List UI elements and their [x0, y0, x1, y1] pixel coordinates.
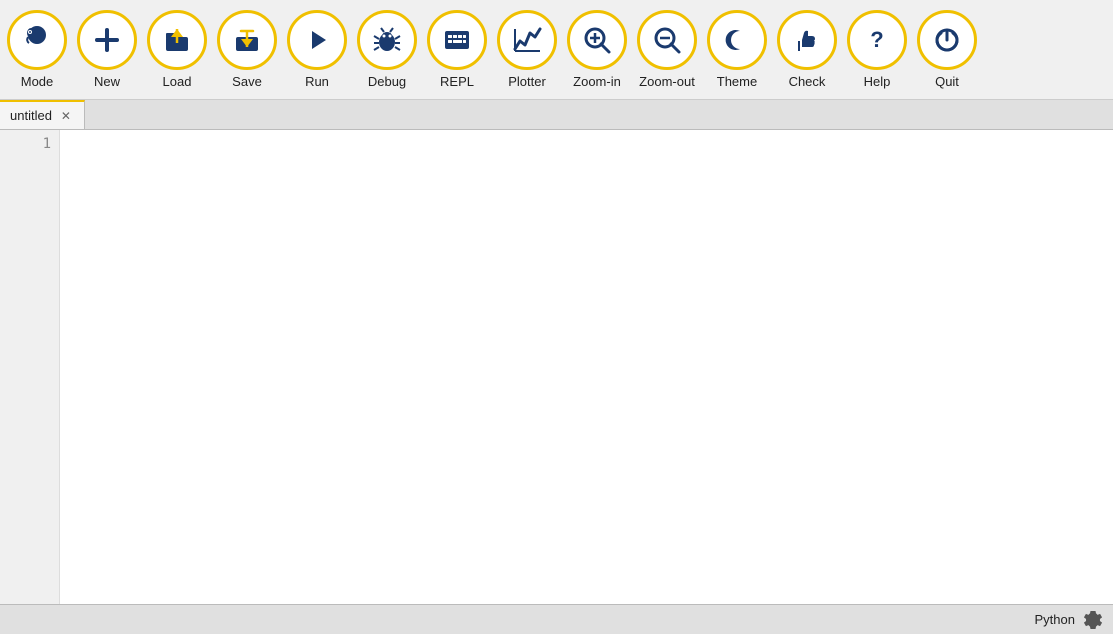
debug-button[interactable]: Debug: [352, 8, 422, 91]
tab-name: untitled: [10, 108, 52, 123]
theme-button[interactable]: Theme: [702, 8, 772, 91]
untitled-tab[interactable]: untitled ✕: [0, 100, 85, 129]
zoom-in-button[interactable]: Zoom-in: [562, 8, 632, 91]
repl-button[interactable]: REPL: [422, 8, 492, 91]
plotter-button[interactable]: Plotter: [492, 8, 562, 91]
run-button[interactable]: Run: [282, 8, 352, 91]
new-button[interactable]: New: [72, 8, 142, 91]
language-label: Python: [1035, 612, 1075, 627]
tabbar: untitled ✕: [0, 100, 1113, 130]
zoom-out-button[interactable]: Zoom-out: [632, 8, 702, 91]
settings-gear-button[interactable]: [1083, 610, 1103, 630]
toolbar: Mode New Load: [0, 0, 1113, 100]
mode-button[interactable]: Mode: [2, 8, 72, 91]
quit-button[interactable]: Quit: [912, 8, 982, 91]
load-button[interactable]: Load: [142, 8, 212, 91]
tab-close-button[interactable]: ✕: [58, 108, 74, 124]
gear-icon: [1083, 610, 1103, 630]
check-button[interactable]: Check: [772, 8, 842, 91]
statusbar: Python: [0, 604, 1113, 634]
help-button[interactable]: ? Help: [842, 8, 912, 91]
svg-text:?: ?: [870, 27, 883, 52]
save-button[interactable]: Save: [212, 8, 282, 91]
line-numbers: 1: [0, 130, 60, 604]
code-editor[interactable]: [60, 130, 1113, 604]
editor-area: 1: [0, 130, 1113, 604]
line-number-1: 1: [0, 136, 51, 152]
